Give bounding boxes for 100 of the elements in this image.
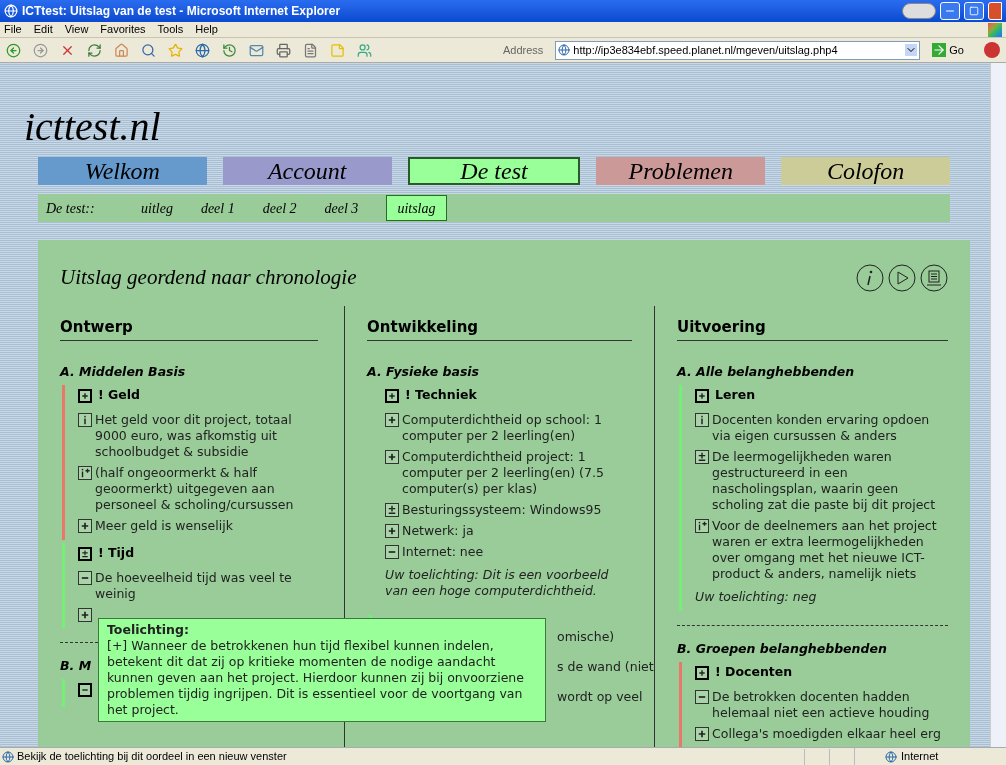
section-title: A. Middelen Basis: [60, 363, 186, 381]
status-text: Bekijk de toelichting bij dit oordeel in een nieuw venster: [17, 749, 288, 765]
group-title: ! Geld: [98, 386, 141, 405]
result-text: Het geld voor dit project, totaal 9000 euro, was afkomstig uit schoolbudget & subsidie: [95, 411, 293, 460]
result-text: De leermogelijkheden waren gestructureerd in een nascholingsplan, waarin geen scholing zat die paste bij dit project: [712, 448, 937, 513]
address-field[interactable]: http://ip3e834ebf.speed.planet.nl/mgeven/uitslag.php4: [555, 40, 921, 60]
result-text: omische): [557, 628, 615, 645]
plus-minus-icon[interactable]: [695, 449, 710, 464]
minus-icon[interactable]: [695, 689, 710, 704]
minus-icon[interactable]: [385, 544, 400, 559]
result-text: Computerdichtheid project: 1 computer per 2 leerling(en) (7.5 computer(s) per klas): [402, 448, 605, 497]
zone-text: Internet: [901, 749, 939, 765]
result-text: (half ongeoormerkt & half geoormerkt) uitgegeven aan personeel & scholing/cursussen: [95, 464, 295, 513]
menu-item[interactable]: File: [4, 21, 22, 38]
section-title: A. Fysieke basis: [367, 363, 480, 381]
page-title: Uitslag geordend naar chronologie: [60, 264, 357, 291]
subnav-link[interactable]: deel 1: [200, 197, 235, 219]
nav-tab[interactable]: Colofon: [781, 157, 950, 185]
info-icon[interactable]: [78, 412, 92, 427]
section-title: B. Groepen belanghebbenden: [677, 639, 887, 658]
result-text: De betrokken docenten hadden helemaal niet een actieve houding: [712, 688, 931, 721]
result-text: Netwerk: ja: [402, 522, 474, 539]
window-title: ICTtest: Uitslag van de test - Microsoft Internet Explorer: [22, 3, 341, 20]
result-text: Collega's moedigden elkaar heel erg: [712, 725, 941, 742]
nav-tab[interactable]: Problemen: [596, 157, 766, 185]
group-title: ! Docenten: [715, 663, 793, 682]
mail-icon[interactable]: [249, 42, 264, 58]
minus-icon[interactable]: [78, 570, 92, 585]
result-text: Meer geld is wenselijk: [95, 517, 233, 534]
group-title: ! Techniek: [405, 386, 477, 405]
menu-item[interactable]: Tools: [157, 21, 184, 38]
note-text: Uw toelichting: neg: [695, 588, 818, 605]
address-label: Address: [502, 42, 544, 58]
search-icon[interactable]: [141, 42, 156, 58]
menu-item[interactable]: Edit: [33, 21, 53, 38]
plus-icon[interactable]: [78, 607, 92, 622]
history-icon[interactable]: [222, 42, 237, 58]
subnav-link[interactable]: deel 2: [262, 197, 297, 219]
plus-icon[interactable]: [385, 412, 400, 427]
result-text: De hoeveelheid tijd was veel te weinig: [95, 569, 293, 602]
column-heading: Ontwikkeling: [367, 315, 633, 341]
plus-minus-icon[interactable]: [78, 546, 92, 561]
close-button[interactable]: [988, 2, 1002, 20]
plus-icon[interactable]: [385, 523, 400, 538]
nav-tab[interactable]: Welkom: [38, 157, 207, 185]
result-text: Internet: nee: [402, 543, 484, 560]
refresh-icon[interactable]: [87, 42, 102, 58]
plus-icon[interactable]: [695, 726, 710, 741]
browser-icon: [4, 4, 18, 18]
plus-icon[interactable]: [78, 388, 92, 403]
plus-icon[interactable]: [78, 518, 92, 533]
column-heading: Uitvoering: [677, 315, 948, 341]
dropdown-caret-icon[interactable]: [905, 44, 918, 56]
result-text: s de wand (niet: [557, 658, 654, 675]
play-icon[interactable]: [888, 263, 916, 292]
tooltip-text: [+] Wanneer de betrokkenen hun tijd flexibel kunnen indelen, betekent dit dat zij op kritieke momenten de nodige aandacht kunnen geven aan het project. Hierdoor kunnen zij bij onvoorziene problemen tijdig ingrijpen. Dit is essentieel voor de voortgang van het project.: [107, 638, 525, 718]
info-icon[interactable]: [695, 412, 710, 427]
section-title: A. Alle belanghebbenden: [677, 363, 855, 381]
note-text: Uw toelichting: Dit is een voorbeeld van een hoge computerdichtheid.: [385, 566, 610, 599]
result-text: Besturingssysteem: Windows95: [402, 501, 602, 518]
plus-icon[interactable]: [385, 388, 400, 403]
plus-icon[interactable]: [385, 449, 400, 464]
nav-tab[interactable]: De test: [407, 157, 581, 185]
globe-icon: [885, 750, 897, 763]
nav-tab[interactable]: Account: [222, 157, 392, 185]
maximize-button[interactable]: [964, 2, 984, 20]
plus-icon[interactable]: [695, 665, 710, 680]
subnav-link[interactable]: uitslag: [386, 195, 447, 221]
info-plus-icon[interactable]: [695, 518, 710, 533]
info-icon[interactable]: [856, 263, 884, 292]
printer-icon[interactable]: [276, 42, 291, 58]
tooltip-title: Toelichting:: [107, 622, 190, 638]
plus-icon[interactable]: [695, 388, 710, 403]
menu-item[interactable]: Help: [195, 21, 218, 38]
result-text: Voor de deelnemers aan het project waren er extra leermogelijkheden over omgang met het nieuwe ICT-product & anders, namelijk niets: [712, 517, 938, 582]
globe-icon[interactable]: [195, 42, 210, 58]
subnav-link[interactable]: deel 3: [324, 197, 359, 219]
maximize-icon: [969, 6, 979, 16]
section-title: B. M: [60, 656, 92, 675]
back-icon[interactable]: [6, 42, 21, 58]
plus-minus-icon[interactable]: [385, 502, 400, 517]
edit-icon[interactable]: [303, 42, 318, 58]
subnav-link[interactable]: uitleg: [141, 197, 173, 219]
star-icon[interactable]: [168, 42, 183, 58]
menu-item[interactable]: Favorites: [100, 21, 146, 38]
result-text: Computerdichtheid op school: 1 computer per 2 leerling(en): [402, 411, 603, 444]
printer-icon[interactable]: [920, 263, 948, 292]
minimize-button[interactable]: [940, 2, 960, 20]
menu-item[interactable]: View: [64, 21, 89, 38]
group-title: ! Tijd: [98, 544, 135, 563]
site-logo[interactable]: icttest.nl: [24, 103, 970, 151]
go-button[interactable]: Go: [932, 41, 964, 59]
column-heading: Ontwerp: [60, 315, 319, 341]
group-title: Leren: [715, 386, 756, 405]
result-text: wordt op veel: [557, 688, 643, 705]
page-icon: [558, 44, 571, 56]
info-plus-icon[interactable]: [78, 465, 92, 480]
minus-icon[interactable]: [78, 682, 92, 697]
subnav-label: De test::: [46, 199, 96, 218]
page-icon: [2, 750, 14, 763]
